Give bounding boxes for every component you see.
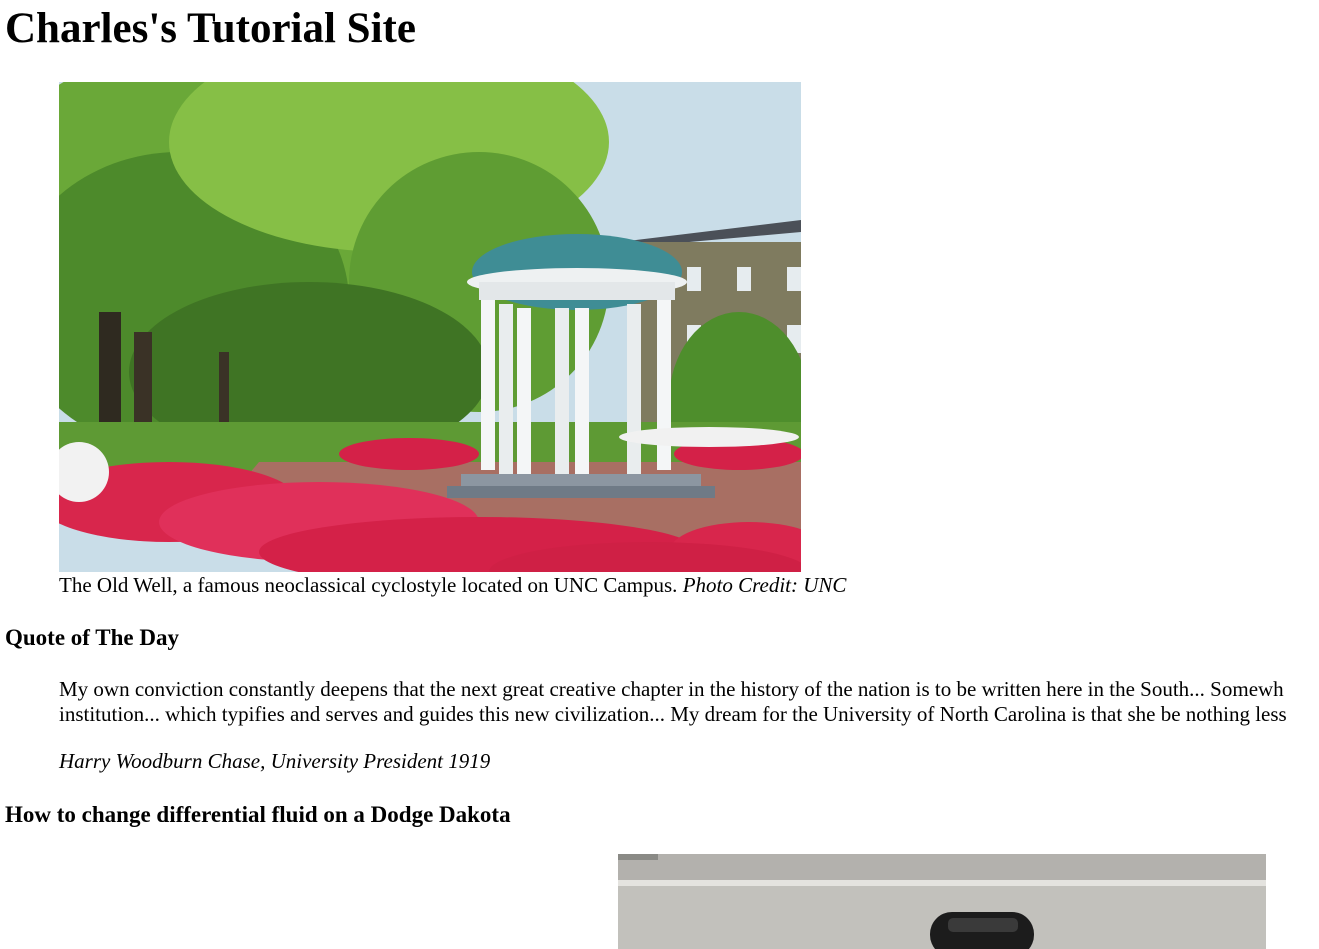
quote-line-2: institution... which typifies and serves…	[59, 702, 1287, 726]
quote-of-the-day: My own conviction constantly deepens tha…	[59, 677, 1319, 727]
quote-attribution: Harry Woodburn Chase, University Preside…	[59, 749, 491, 773]
old-well-figure: The Old Well, a famous neoclassical cycl…	[59, 82, 846, 598]
photo-credit: Photo Credit: UNC	[682, 573, 847, 597]
old-well-photo	[59, 82, 801, 572]
figure-caption: The Old Well, a famous neoclassical cycl…	[59, 572, 846, 598]
quote-line-1: My own conviction constantly deepens tha…	[59, 677, 1284, 701]
quote-of-the-day-heading: Quote of The Day	[5, 625, 179, 650]
caption-text: The Old Well, a famous neoclassical cycl…	[59, 573, 678, 597]
page: Charles's Tutorial Site The Old Well, a …	[0, 0, 1319, 949]
site-title: Charles's Tutorial Site	[5, 5, 416, 52]
differential-fluid-heading: How to change differential fluid on a Do…	[5, 802, 511, 827]
dodge-dakota-photo	[618, 854, 1266, 949]
